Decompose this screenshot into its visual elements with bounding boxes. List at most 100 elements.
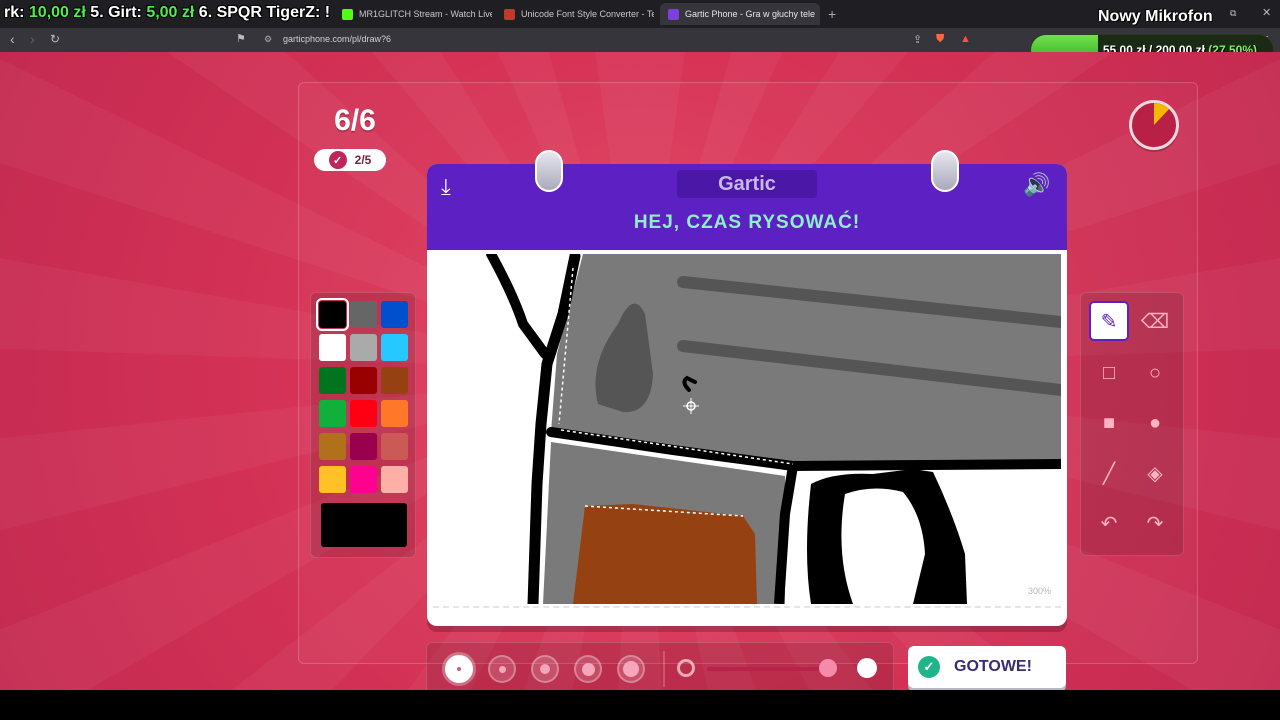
color-swatch[interactable]	[381, 466, 408, 493]
gartic-logo: Gartic	[677, 170, 817, 198]
checkmark-icon: ✓	[918, 656, 940, 678]
donation-ticker: rk: 10,00 zł 5. Girt: 5,00 zł 6. SPQR Ti…	[4, 4, 330, 26]
drawing-canvas[interactable]: 300%	[433, 254, 1061, 604]
forward-icon[interactable]: ›	[30, 31, 35, 47]
site-info-icon[interactable]: ⚙	[264, 34, 272, 45]
rectangle-fill-tool-icon[interactable]: ■	[1089, 403, 1129, 443]
gartic-favicon-icon	[668, 8, 679, 20]
board-heading: HEJ, CZAS RYSOWAĆ!	[633, 212, 861, 233]
color-swatch[interactable]	[381, 301, 408, 328]
eraser-tool-icon[interactable]: ⌫	[1135, 301, 1175, 341]
brush-size-button[interactable]	[574, 655, 602, 683]
color-swatch[interactable]	[319, 367, 346, 394]
color-swatch[interactable]	[319, 466, 346, 493]
browser-tab-bar: rk: 10,00 zł 5. Girt: 5,00 zł 6. SPQR Ti…	[0, 0, 1280, 28]
line-tool-icon[interactable]: ╱	[1089, 453, 1129, 493]
reload-icon[interactable]: ↻	[50, 32, 60, 46]
download-icon[interactable]: ⤓	[441, 174, 467, 200]
timer-icon	[1154, 103, 1170, 125]
brave-shield-icon[interactable]: ⛊	[936, 33, 944, 46]
ticker-amount-2: 5,00 zł	[146, 4, 195, 21]
color-swatch[interactable]	[381, 334, 408, 361]
undo-icon[interactable]: ↶	[1089, 503, 1129, 543]
color-swatch[interactable]	[350, 301, 377, 328]
players-done-badge: ✓ 2/5	[314, 149, 386, 171]
color-swatch[interactable]	[381, 433, 408, 460]
ticker-amount-1: 10,00 zł	[28, 4, 86, 21]
brush-size-button[interactable]	[445, 655, 473, 683]
drawing-board: Gartic HEJ, CZAS RYSOWAĆ! ⤓ 🔊 300%	[427, 150, 1067, 626]
brush-size-button[interactable]	[488, 655, 516, 683]
color-palette	[310, 292, 416, 558]
color-swatch[interactable]	[350, 367, 377, 394]
check-icon: ✓	[328, 151, 347, 169]
ticker-item-2: 5. Girt:	[90, 4, 142, 21]
color-swatch[interactable]	[381, 400, 408, 427]
color-swatch[interactable]	[381, 367, 408, 394]
redo-icon[interactable]: ↷	[1135, 503, 1175, 543]
round-counter: 6/6	[334, 104, 376, 137]
color-swatch[interactable]	[319, 433, 346, 460]
color-swatch[interactable]	[350, 433, 377, 460]
tab-gartic-phone[interactable]: Gartic Phone - Gra w głuchy tele ✕	[660, 3, 820, 25]
bucket-fill-tool-icon[interactable]: ◈	[1135, 453, 1175, 493]
color-swatch[interactable]	[319, 334, 346, 361]
popout-icon[interactable]: ⧉	[1230, 8, 1236, 19]
color-swatch[interactable]	[316, 298, 349, 331]
tab-label: Gartic Phone - Gra w głuchy tele	[685, 9, 816, 19]
brush-size-button[interactable]	[531, 655, 559, 683]
tools-panel: ✎ ⌫ □ ○ ■ ● ╱ ◈ ↶ ↷	[1080, 292, 1184, 556]
board-header: Gartic HEJ, CZAS RYSOWAĆ! ⤓ 🔊	[427, 164, 1067, 250]
brush-size-dot-icon	[498, 665, 506, 673]
back-icon[interactable]: ‹	[10, 31, 15, 47]
brush-size-dot-icon	[457, 667, 461, 671]
board-page-edge	[433, 606, 1061, 616]
textfixer-favicon-icon	[504, 8, 515, 20]
brush-size-button[interactable]	[617, 655, 645, 683]
tab-textfixer[interactable]: Unicode Font Style Converter - TextF	[496, 3, 654, 25]
pencil-tool-icon[interactable]: ✎	[1089, 301, 1129, 341]
color-swatch[interactable]	[350, 400, 377, 427]
kick-favicon-icon	[342, 8, 353, 20]
opacity-min-icon	[677, 659, 695, 677]
share-icon[interactable]: ⇪	[913, 33, 922, 46]
brave-rewards-icon[interactable]: ▲	[960, 33, 971, 45]
brush-size-dot-icon	[540, 664, 550, 674]
binder-ring-icon	[931, 150, 959, 192]
brush-settings-bar	[426, 642, 894, 690]
canvas-drawing	[486, 254, 1061, 604]
current-color-preview	[321, 503, 407, 547]
ticker-item-3: 6. SPQR TigerZ:	[198, 4, 321, 21]
color-swatch[interactable]	[319, 400, 346, 427]
ticker-prefix: rk:	[4, 4, 25, 21]
ticker-suffix: !	[324, 4, 331, 21]
tab-kick-stream[interactable]: MR1GLITCH Stream - Watch Live on	[334, 3, 492, 25]
new-tab-button[interactable]: +	[828, 6, 836, 22]
tab-label: Unicode Font Style Converter - TextF	[521, 9, 654, 19]
close-overlay-icon[interactable]: ✕	[1262, 6, 1271, 19]
tab-label: MR1GLITCH Stream - Watch Live on	[359, 9, 492, 19]
ellipse-outline-tool-icon[interactable]: ○	[1135, 353, 1175, 393]
done-label: GOTOWE!	[954, 658, 1032, 675]
players-done-count: 2/5	[354, 153, 372, 167]
url-field[interactable]: garticphone.com/pl/draw?6	[283, 34, 391, 44]
sound-icon[interactable]: 🔊	[1023, 172, 1050, 198]
brush-size-dot-icon	[581, 662, 595, 676]
color-swatch[interactable]	[350, 334, 377, 361]
opacity-slider-handle[interactable]	[818, 659, 837, 677]
brush-size-dot-icon	[623, 661, 639, 677]
binder-ring-icon	[535, 150, 563, 192]
opacity-max-icon	[857, 658, 877, 678]
ellipse-fill-tool-icon[interactable]: ●	[1135, 403, 1175, 443]
divider	[663, 651, 665, 687]
bookmark-icon[interactable]: ⚑	[236, 32, 246, 45]
game-page: 6/6 ✓ 2/5 Gartic HEJ, CZAS RYSOWAĆ! ⤓ 🔊	[0, 52, 1280, 690]
timer-clock	[1129, 100, 1179, 150]
opacity-slider[interactable]	[707, 667, 837, 671]
rectangle-outline-tool-icon[interactable]: □	[1089, 353, 1129, 393]
zoom-level: 300%	[1027, 586, 1051, 596]
overlay-title: Nowy Mikrofon	[1098, 8, 1213, 25]
done-button[interactable]: ✓ GOTOWE!	[908, 646, 1066, 688]
letterbox-bottom	[0, 690, 1280, 720]
color-swatch[interactable]	[350, 466, 377, 493]
